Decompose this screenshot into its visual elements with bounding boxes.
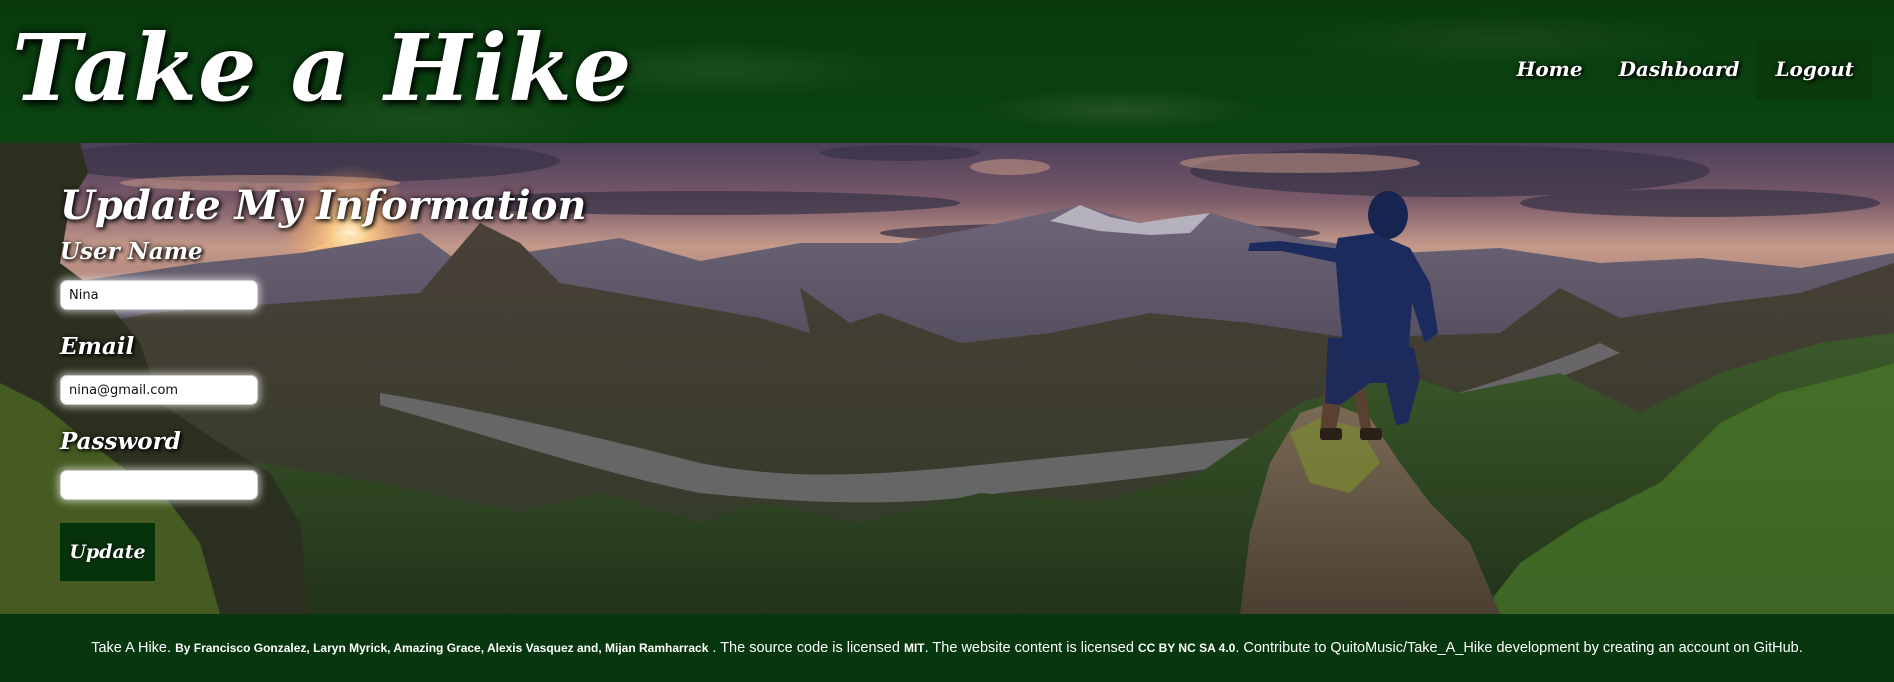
password-input[interactable] (60, 470, 258, 500)
nav-dashboard[interactable]: Dashboard (1601, 38, 1758, 100)
footer-code-license[interactable]: MIT (904, 641, 925, 655)
site-footer: Take A Hike. By Francisco Gonzalez, Lary… (0, 614, 1894, 682)
footer-code-license-text: . The source code is licensed (708, 640, 904, 656)
email-input[interactable] (60, 375, 258, 405)
username-input[interactable] (60, 280, 258, 310)
nav-logout[interactable]: Logout (1757, 38, 1872, 100)
footer-authors: By Francisco Gonzalez, Laryn Myrick, Ama… (175, 641, 709, 655)
nav-home[interactable]: Home (1498, 38, 1600, 100)
username-label: User Name (60, 238, 203, 265)
update-button[interactable]: Update (60, 523, 155, 581)
site-header: Take a Hike Home Dashboard Logout (0, 0, 1894, 143)
form-title: Update My Information (60, 182, 587, 229)
footer-contribute-text[interactable]: . Contribute to QuitoMusic/Take_A_Hike d… (1235, 640, 1802, 656)
main-nav: Home Dashboard Logout (1498, 38, 1872, 100)
password-label: Password (60, 428, 181, 455)
site-logo[interactable]: Take a Hike (12, 8, 632, 128)
email-label: Email (60, 333, 135, 360)
footer-site-name: Take A Hike. (91, 640, 172, 656)
footer-content-license[interactable]: CC BY NC SA 4.0 (1138, 641, 1235, 655)
footer-content-license-text: . The website content is licensed (924, 640, 1138, 656)
